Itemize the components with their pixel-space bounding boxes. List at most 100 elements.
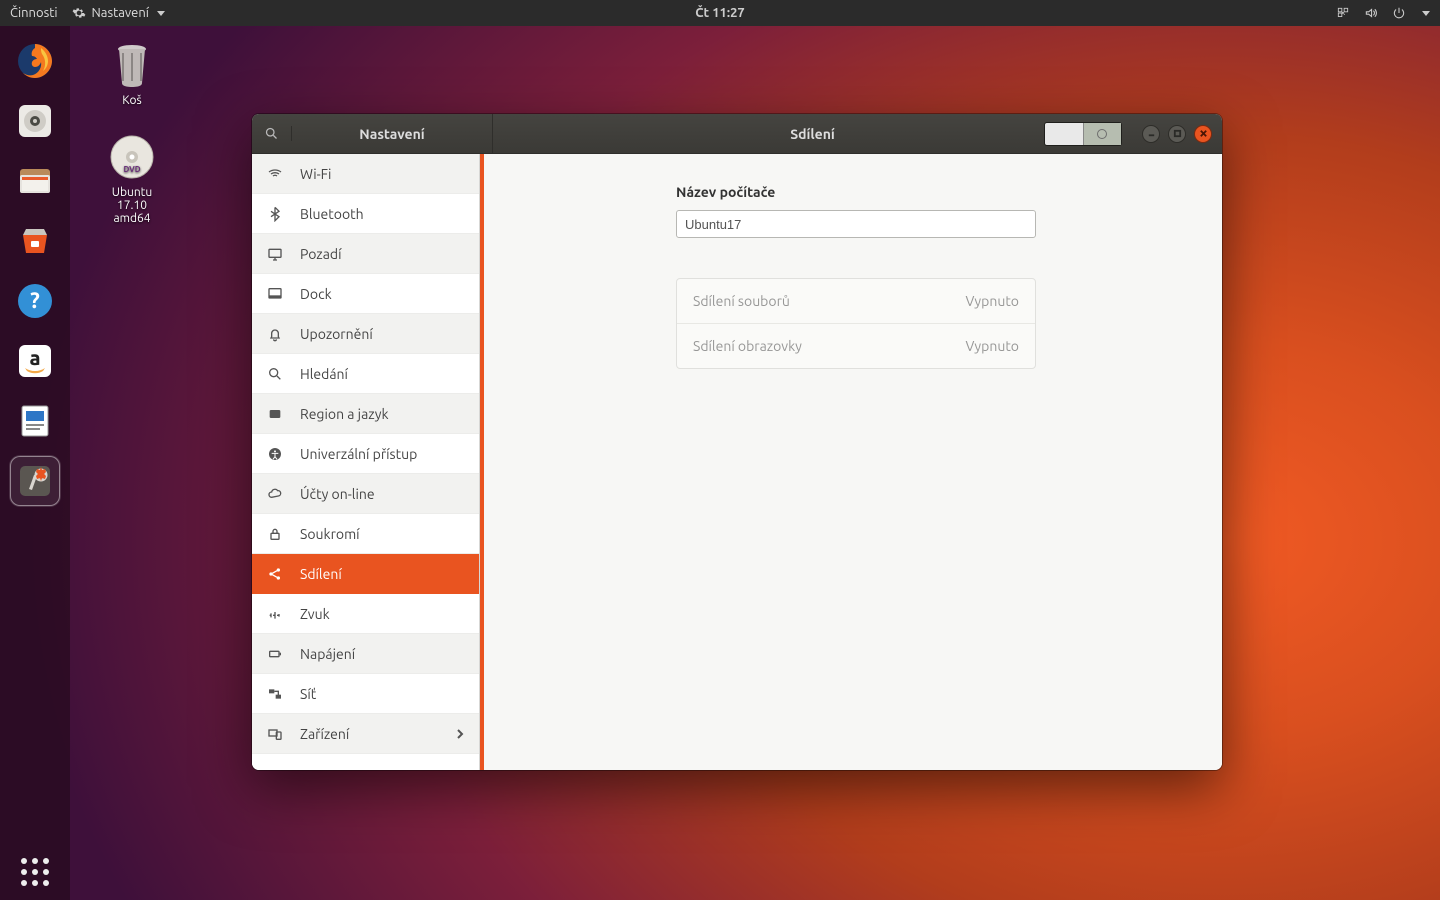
wifi-icon <box>266 166 284 182</box>
power-icon[interactable] <box>1392 6 1406 20</box>
sidebar-item-notifications[interactable]: Upozornění <box>252 314 479 354</box>
sidebar-item-label: Hledání <box>300 366 348 382</box>
sidebar-item-online-accounts[interactable]: Účty on-line <box>252 474 479 514</box>
sidebar-item-label: Dock <box>300 286 332 302</box>
search-icon <box>264 126 279 141</box>
dock: ? a <box>0 26 70 900</box>
apps-grid-icon <box>21 858 49 886</box>
sharing-row-files[interactable]: Sdílení souborů Vypnuto <box>677 279 1035 323</box>
dock-item-settings[interactable] <box>10 456 60 506</box>
sound-icon <box>266 606 284 622</box>
display-icon <box>266 246 284 262</box>
gear-icon <box>72 6 86 20</box>
sidebar-item-label: Zvuk <box>300 606 330 622</box>
sidebar-item-sharing[interactable]: Sdílení <box>252 554 479 594</box>
lock-icon <box>266 526 284 542</box>
chevron-down-icon <box>1422 11 1430 16</box>
share-icon <box>266 566 284 582</box>
sidebar-item-accessibility[interactable]: Univerzální přístup <box>252 434 479 474</box>
search-button[interactable] <box>252 126 292 141</box>
bell-icon <box>266 326 284 342</box>
dock-item-files[interactable] <box>10 156 60 206</box>
chevron-right-icon <box>455 726 465 742</box>
sharing-row-state: Vypnuto <box>966 293 1019 309</box>
sidebar-item-privacy[interactable]: Soukromí <box>252 514 479 554</box>
dock-icon <box>266 286 284 302</box>
toggle-knob-icon <box>1097 129 1107 139</box>
minimize-button[interactable] <box>1142 125 1160 143</box>
desktop-dvd-label-1: Ubuntu <box>92 186 172 199</box>
sidebar-item-region[interactable]: Region a jazyk <box>252 394 479 434</box>
sidebar-item-label: Upozornění <box>300 326 373 342</box>
cloud-icon <box>266 486 284 502</box>
devices-icon <box>266 726 284 742</box>
activities-button[interactable]: Činnosti <box>10 6 58 20</box>
sharing-row-state: Vypnuto <box>966 338 1019 354</box>
settings-window: Nastavení Sdílení Wi-Fi Bluetooth <box>252 114 1222 770</box>
app-menu-label: Nastavení <box>92 6 149 20</box>
desktop-dvd[interactable]: DVD Ubuntu 17.10 amd64 <box>92 132 172 225</box>
show-apps-button[interactable] <box>0 858 70 886</box>
dvd-icon: DVD <box>107 132 157 182</box>
close-button[interactable] <box>1194 125 1212 143</box>
sidebar-item-search[interactable]: Hledání <box>252 354 479 394</box>
sidebar-item-wifi[interactable]: Wi-Fi <box>252 154 479 194</box>
sidebar-item-dock[interactable]: Dock <box>252 274 479 314</box>
dock-item-software[interactable] <box>10 216 60 266</box>
sidebar-title: Nastavení <box>292 126 492 142</box>
desktop-dvd-label-3: amd64 <box>92 212 172 225</box>
sidebar-item-label: Účty on-line <box>300 486 375 502</box>
sidebar-item-label: Univerzální přístup <box>300 446 417 462</box>
battery-icon <box>266 646 284 662</box>
dock-item-firefox[interactable] <box>10 36 60 86</box>
dock-item-writer[interactable] <box>10 396 60 446</box>
sharing-row-label: Sdílení souborů <box>693 293 790 309</box>
accessibility-icon <box>266 446 284 462</box>
search-icon <box>266 366 284 382</box>
desktop-trash[interactable]: Koš <box>92 40 172 107</box>
app-menu[interactable]: Nastavení <box>72 6 165 20</box>
sidebar-item-label: Wi-Fi <box>300 166 331 182</box>
chevron-down-icon <box>157 11 165 16</box>
settings-sidebar: Wi-Fi Bluetooth Pozadí Dock Upozornění H… <box>252 154 480 770</box>
dock-item-amazon[interactable]: a <box>10 336 60 386</box>
top-panel: Činnosti Nastavení Čt 11:27 <box>0 0 1440 26</box>
trash-icon <box>107 40 157 90</box>
desktop-trash-label: Koš <box>92 94 172 107</box>
sidebar-item-bluetooth[interactable]: Bluetooth <box>252 194 479 234</box>
sharing-row-label: Sdílení obrazovky <box>693 338 802 354</box>
sharing-options: Sdílení souborů Vypnuto Sdílení obrazovk… <box>676 278 1036 369</box>
volume-icon[interactable] <box>1364 6 1378 20</box>
hostname-input[interactable] <box>676 210 1036 238</box>
sidebar-item-devices[interactable]: Zařízení <box>252 714 479 754</box>
network-icon <box>266 686 284 702</box>
sidebar-item-network[interactable]: Síť <box>252 674 479 714</box>
sidebar-item-label: Pozadí <box>300 246 341 262</box>
sharing-master-toggle[interactable] <box>1044 122 1122 146</box>
sidebar-item-label: Zařízení <box>300 726 349 742</box>
globe-icon <box>266 406 284 422</box>
sharing-row-screen[interactable]: Sdílení obrazovky Vypnuto <box>677 323 1035 368</box>
sidebar-item-label: Soukromí <box>300 526 360 542</box>
sidebar-item-label: Sdílení <box>300 566 342 582</box>
sidebar-item-label: Napájení <box>300 646 355 662</box>
sidebar-item-label: Bluetooth <box>300 206 364 222</box>
bluetooth-icon <box>266 206 284 222</box>
svg-text:a: a <box>29 346 40 369</box>
network-icon[interactable] <box>1336 6 1350 20</box>
panel-title: Sdílení <box>790 126 835 142</box>
sidebar-item-background[interactable]: Pozadí <box>252 234 479 274</box>
sidebar-item-sound[interactable]: Zvuk <box>252 594 479 634</box>
hostname-label: Název počítače <box>676 184 1036 200</box>
maximize-button[interactable] <box>1168 125 1186 143</box>
svg-text:DVD: DVD <box>123 165 140 174</box>
dock-item-help[interactable]: ? <box>10 276 60 326</box>
desktop-dvd-label-2: 17.10 <box>92 199 172 212</box>
sharing-panel: Název počítače Sdílení souborů Vypnuto S… <box>484 154 1222 770</box>
sidebar-item-label: Síť <box>300 686 316 702</box>
sidebar-item-power[interactable]: Napájení <box>252 634 479 674</box>
dock-item-rhythmbox[interactable] <box>10 96 60 146</box>
titlebar[interactable]: Nastavení Sdílení <box>252 114 1222 154</box>
clock[interactable]: Čt 11:27 <box>695 6 745 20</box>
sidebar-item-label: Region a jazyk <box>300 406 389 422</box>
